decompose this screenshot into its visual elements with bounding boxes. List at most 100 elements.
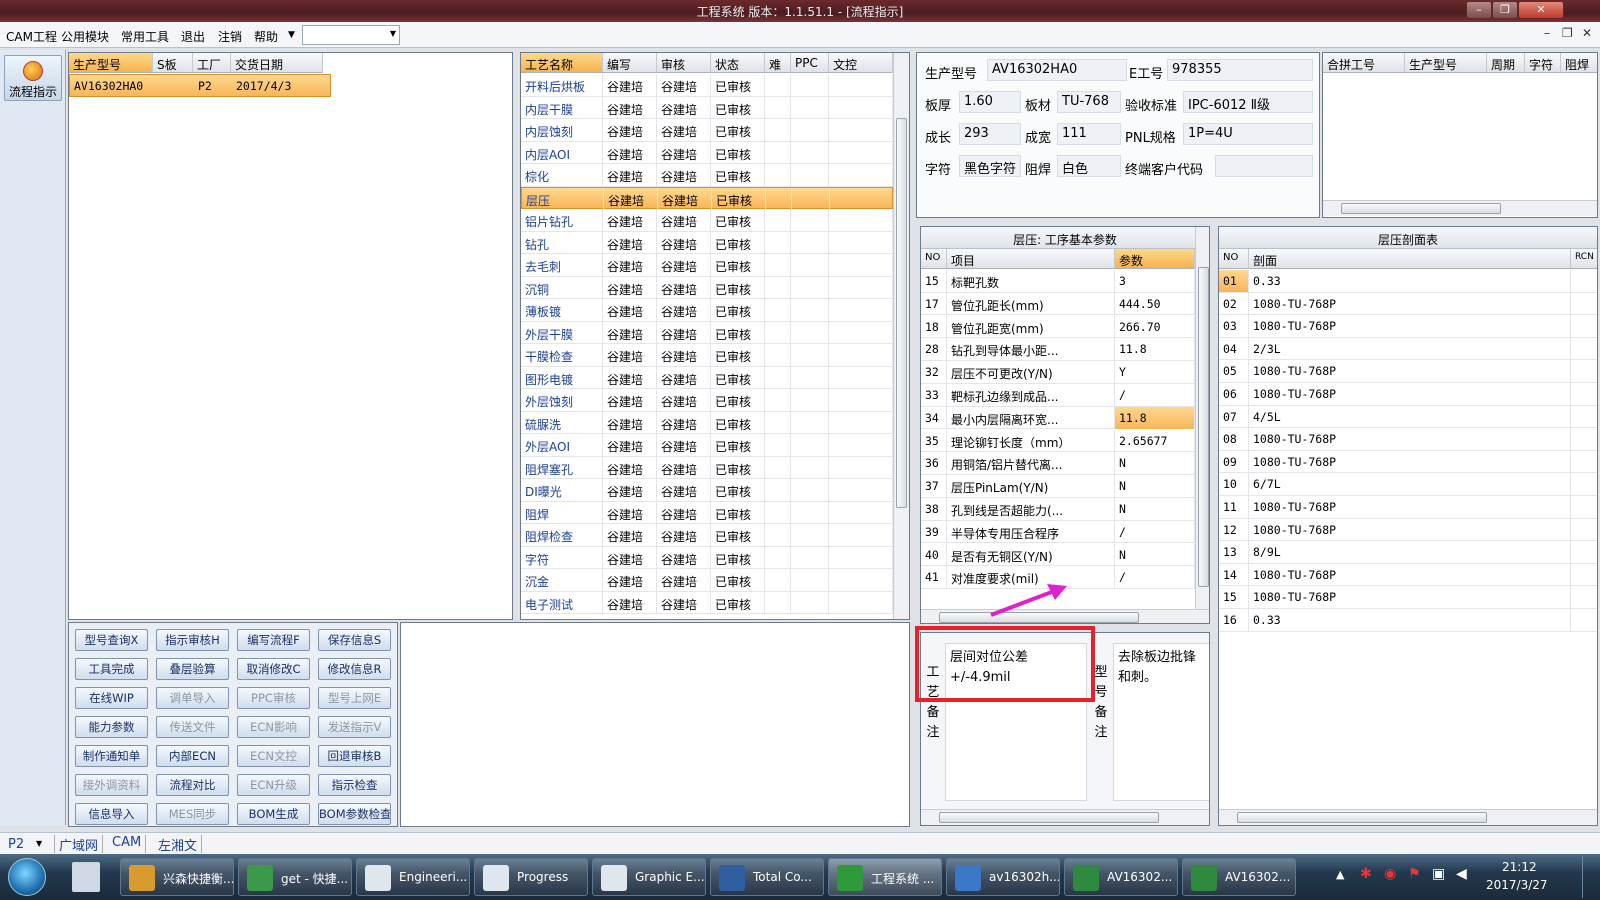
param-row[interactable]: 38 孔到线是否超能力(... N xyxy=(921,498,1195,521)
action-button[interactable]: 型号上网E xyxy=(318,687,391,709)
mdi-close-icon[interactable]: ✕ xyxy=(1582,26,1592,40)
process-row[interactable]: 电子测试 谷建培 谷建培 已审核 xyxy=(521,591,893,614)
clock-date[interactable]: 2017/3/27 xyxy=(1486,878,1548,892)
action-button[interactable]: 接外调资料 xyxy=(75,774,148,796)
minimize-button[interactable]: – xyxy=(1466,1,1492,19)
param-row[interactable]: 32 层压不可更改(Y/N) Y xyxy=(921,361,1195,384)
action-button[interactable]: ECN文控 xyxy=(237,745,310,767)
action-button[interactable]: MES同步 xyxy=(156,803,229,825)
tray-volume-icon[interactable]: ◀ xyxy=(1456,866,1467,882)
process-header-writer[interactable]: 编写 xyxy=(603,53,657,73)
menu-public[interactable]: 公用模块 xyxy=(61,28,109,45)
mask-field[interactable]: 白色 xyxy=(1057,155,1121,177)
process-row[interactable]: 外层AOI 谷建培 谷建培 已审核 xyxy=(521,434,893,457)
action-button[interactable]: 内部ECN xyxy=(156,745,229,767)
process-row[interactable]: 阻焊塞孔 谷建培 谷建培 已审核 xyxy=(521,456,893,479)
stack-row[interactable]: 14 1080-TU-768P xyxy=(1219,563,1597,587)
param-row[interactable]: 18 管位孔距宽(mm) 266.70 xyxy=(921,315,1195,339)
process-row[interactable]: 薄板镀 谷建培 谷建培 已审核 xyxy=(521,299,893,322)
process-scroll-thumb[interactable] xyxy=(896,118,907,508)
action-button[interactable]: 型号查询X xyxy=(75,629,148,651)
action-button[interactable]: 在线WIP xyxy=(75,687,148,709)
stack-row[interactable]: 07 4/5L xyxy=(1219,405,1597,429)
e-field[interactable]: 978355 xyxy=(1167,59,1313,81)
process-row[interactable]: 层压 谷建培 谷建培 已审核 xyxy=(521,186,894,210)
params-header-no[interactable]: NO xyxy=(921,249,947,269)
merge-header-char[interactable]: 字符 xyxy=(1525,53,1561,73)
process-header-difficulty[interactable]: 难 xyxy=(765,53,791,73)
merge-hscroll-thumb[interactable] xyxy=(1341,203,1501,214)
taskbar-item[interactable]: Total Co... xyxy=(710,858,824,896)
merge-header-period[interactable]: 周期 xyxy=(1487,53,1525,73)
clock-time[interactable]: 21:12 xyxy=(1502,860,1537,874)
calculator-icon[interactable] xyxy=(72,862,100,892)
tab-wan[interactable]: 广域网 xyxy=(54,835,104,854)
stack-row[interactable]: 01 0.33 xyxy=(1219,270,1597,293)
std-field[interactable]: IPC-6012 Ⅱ级 xyxy=(1183,91,1313,113)
order-header-factory[interactable]: 工厂 xyxy=(193,53,231,73)
stack-row[interactable]: 09 1080-TU-768P xyxy=(1219,450,1597,474)
action-button[interactable]: 编写流程F xyxy=(237,629,310,651)
merge-header-mask[interactable]: 阻焊 xyxy=(1561,53,1597,73)
factory-selector[interactable]: P2 xyxy=(8,837,24,852)
process-row[interactable]: 开料后烘板 谷建培 谷建培 已审核 xyxy=(521,74,893,97)
menu-overflow-icon[interactable]: ▼ xyxy=(288,30,295,40)
action-button[interactable]: 保存信息S xyxy=(318,629,391,651)
action-button[interactable]: 取消修改C xyxy=(237,658,310,680)
menu-logout[interactable]: 注销 xyxy=(218,28,242,45)
stack-row[interactable]: 06 1080-TU-768P xyxy=(1219,383,1597,406)
chevron-down-icon[interactable]: ▼ xyxy=(36,839,42,848)
mdi-restore-icon[interactable]: ❐ xyxy=(1562,26,1573,40)
tray-app-icon[interactable]: ✱ xyxy=(1360,866,1372,882)
stack-row[interactable]: 03 1080-TU-768P xyxy=(1219,315,1597,338)
process-row[interactable]: 内层蚀刻 谷建培 谷建培 已审核 xyxy=(521,119,893,142)
action-button[interactable]: 指示审核H xyxy=(156,629,229,651)
merge-header-model[interactable]: 生产型号 xyxy=(1405,53,1487,73)
order-header-date[interactable]: 交货日期 xyxy=(231,53,323,73)
process-header-doc[interactable]: 文控 xyxy=(829,53,893,73)
stack-row[interactable]: 04 2/3L xyxy=(1219,337,1597,361)
params-scrollbar[interactable] xyxy=(1195,227,1209,609)
mdi-minimize-icon[interactable]: – xyxy=(1544,26,1550,40)
action-button[interactable]: BOM生成 xyxy=(237,803,310,825)
params-header-item[interactable]: 项目 xyxy=(947,249,1115,269)
action-button[interactable]: 传送文件 xyxy=(156,716,229,738)
stack-hscroll-thumb[interactable] xyxy=(1237,812,1487,823)
process-row[interactable]: 铝片钻孔 谷建培 谷建培 已审核 xyxy=(521,209,893,232)
param-row[interactable]: 28 钻孔到导体最小距... 11.8 xyxy=(921,338,1195,361)
tab-user[interactable]: 左湘文 xyxy=(154,835,203,854)
pnl-field[interactable]: 1P=4U xyxy=(1183,123,1313,145)
close-button[interactable]: ✕ xyxy=(1518,1,1564,19)
param-row[interactable]: 35 理论铆钉长度（mm） 2.65677 xyxy=(921,429,1195,453)
stack-row[interactable]: 08 1080-TU-768P xyxy=(1219,428,1597,451)
tray-network-icon[interactable]: ▣ xyxy=(1432,866,1445,882)
process-row[interactable]: 沉铜 谷建培 谷建培 已审核 xyxy=(521,276,893,299)
process-row[interactable]: DI曝光 谷建培 谷建培 已审核 xyxy=(521,479,893,502)
process-row[interactable]: 去毛刺 谷建培 谷建培 已审核 xyxy=(521,254,893,277)
param-row[interactable]: 39 半导体专用压合程序 / xyxy=(921,520,1195,544)
process-row[interactable]: 内层AOI 谷建培 谷建培 已审核 xyxy=(521,141,893,164)
param-row[interactable]: 17 管位孔距长(mm) 444.50 xyxy=(921,292,1195,316)
action-button[interactable]: 信息导入 xyxy=(75,803,148,825)
process-header-name[interactable]: 工艺名称 xyxy=(521,53,603,73)
merge-hscrollbar[interactable] xyxy=(1323,200,1597,216)
thick-field[interactable]: 1.60 xyxy=(959,91,1021,113)
action-button[interactable]: 叠层验算 xyxy=(156,658,229,680)
order-header-model[interactable]: 生产型号 xyxy=(69,53,153,73)
params-header-value[interactable]: 参数 xyxy=(1115,249,1195,269)
taskbar-item[interactable]: Progress xyxy=(474,858,588,896)
stack-row[interactable]: 15 1080-TU-768P xyxy=(1219,586,1597,609)
tray-security-icon[interactable]: ◉ xyxy=(1384,866,1396,882)
process-row[interactable]: 阻焊检查 谷建培 谷建培 已审核 xyxy=(521,524,893,547)
stack-header-profile[interactable]: 剖面 xyxy=(1249,249,1571,269)
process-header-status[interactable]: 状态 xyxy=(711,53,765,73)
action-button[interactable]: BOM参数检查 xyxy=(318,803,391,825)
param-row[interactable]: 37 层压PinLam(Y/N) N xyxy=(921,475,1195,498)
order-row[interactable]: AV16302HA0 P2 2017/4/3 xyxy=(69,74,331,97)
process-header-ppc[interactable]: PPC xyxy=(791,53,829,73)
param-row[interactable]: 40 是否有无铜区(Y/N) N xyxy=(921,543,1195,567)
process-row[interactable]: 干膜检查 谷建培 谷建培 已审核 xyxy=(521,344,893,367)
param-row[interactable]: 36 用铜箔/铝片替代离... N xyxy=(921,452,1195,475)
menu-cam[interactable]: CAM工程 xyxy=(6,28,57,45)
process-row[interactable]: 外层蚀刻 谷建培 谷建培 已审核 xyxy=(521,389,893,412)
